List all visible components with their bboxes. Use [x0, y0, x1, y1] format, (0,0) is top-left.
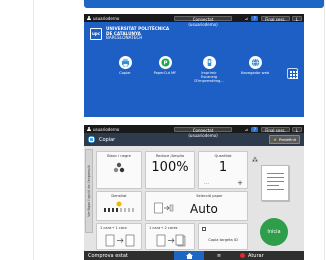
home-screen: usuarioderno Connectat (usuariodemo) ⊿ ?…	[84, 14, 304, 117]
app-label: Copiar	[119, 71, 131, 75]
print-release-icon	[202, 56, 216, 69]
home-button[interactable]	[174, 251, 204, 260]
app-label: Imprimir Escaneig D'Impremtimg...	[194, 71, 224, 83]
user-name: usuarioderno	[93, 15, 120, 21]
stop-button[interactable]: Aturar	[240, 253, 264, 259]
app-label: PaperCut MF	[153, 71, 177, 75]
print-check-label: Verifique l'opció de l'impressió	[87, 165, 91, 217]
density-label: Densitat	[111, 194, 127, 198]
duplex-icon	[105, 234, 135, 247]
plus-icon[interactable]: +	[237, 179, 243, 187]
home-icon	[185, 252, 193, 259]
user-indicator: usuarioderno	[86, 15, 174, 21]
help-button[interactable]: ?	[251, 126, 259, 132]
top-screen-edge	[84, 0, 324, 8]
menu-button[interactable]: ≡	[204, 253, 234, 259]
help-button[interactable]: ?	[251, 15, 259, 21]
language-button[interactable]: L	[291, 15, 302, 22]
globe-icon	[248, 56, 262, 69]
language-button[interactable]: L	[291, 126, 302, 133]
check-status-button[interactable]: Comprova estat	[84, 253, 174, 259]
print-check-tab[interactable]: Verifique l'opció de l'impressió	[85, 149, 93, 233]
copy-preview: ⁂	[252, 157, 300, 219]
color-mode-button[interactable]: Blanc i negre	[96, 151, 142, 189]
one-to-two-sided-icon	[156, 234, 186, 247]
paper-select-value: Auto	[190, 202, 218, 216]
university-name-line3: BARCELONATECH	[106, 35, 143, 41]
page-title: Copiar	[99, 136, 116, 143]
black-white-icon	[113, 162, 125, 173]
user-indicator: usuarioderno	[86, 126, 174, 132]
connection-status: Connectat (usuariodemo)	[174, 15, 232, 27]
logout-button[interactable]: Final sess.	[261, 15, 290, 22]
bottom-bar: Comprova estat ≡ Aturar	[84, 251, 304, 260]
app-label: Navegador web	[240, 71, 270, 75]
status-bar: usuarioderno Connectat (usuariodemo) ⊿ ?…	[84, 125, 304, 138]
color-mode-label: Blanc i negre	[107, 154, 131, 158]
app-web-browser[interactable]: Navegador web	[238, 56, 272, 75]
divider	[324, 0, 325, 260]
quantity-label: Quantitat	[214, 154, 232, 158]
id-card-copy-button[interactable]: Copia targeta ID	[198, 223, 248, 250]
density-button[interactable]: Densitat	[96, 191, 142, 221]
reduce-enlarge-button[interactable]: Reduce /Amplia 100%	[145, 151, 195, 189]
paper-select-label: Selecció paper	[196, 194, 223, 198]
page: usuarioderno Connectat (usuariodemo) ⊿ ?…	[0, 0, 326, 260]
duplex-button[interactable]: 1 cara→ 1 cara	[96, 223, 142, 250]
orientation-icon: ⁂	[252, 157, 258, 164]
quantity-field[interactable]: Quantitat 1 … +	[198, 151, 248, 189]
quantity-value: 1	[218, 160, 228, 175]
paper-tray-icon	[154, 202, 174, 214]
paper-preview-icon	[261, 165, 289, 201]
stop-icon	[240, 253, 245, 258]
divider	[33, 0, 34, 260]
menu-icon: ≡	[216, 252, 222, 259]
network-icon: ⊿	[244, 15, 248, 21]
copy-icon	[88, 136, 95, 143]
checkbox-icon	[202, 227, 206, 231]
paper-select-button[interactable]: Selecció paper Auto	[145, 191, 248, 221]
density-scale-icon	[104, 201, 134, 212]
presets-label: Predefinit	[278, 137, 296, 142]
network-icon: ⊿	[244, 126, 248, 132]
svg-text:P: P	[163, 60, 167, 66]
connection-status: Connectat (usuariodemo)	[174, 126, 232, 138]
app-copy[interactable]: Copiar	[108, 56, 142, 75]
user-icon	[86, 126, 91, 132]
app-print-release[interactable]: Imprimir Escaneig D'Impremtimg...	[192, 56, 226, 83]
duplex-label: 1 cara→ 1 cara	[100, 226, 127, 230]
user-name: usuarioderno	[93, 126, 120, 132]
star-icon: ★	[273, 137, 277, 142]
upc-logo: upc	[90, 27, 102, 40]
minus-icon[interactable]: …	[204, 180, 209, 186]
presets-button[interactable]: ★ Predefinit	[269, 135, 300, 144]
combine-button[interactable]: 1 cara→ 2 cares	[145, 223, 195, 250]
zoom-value: 100%	[151, 160, 189, 175]
user-icon	[86, 15, 91, 21]
stop-label: Aturar	[248, 252, 264, 259]
reduce-enlarge-label: Reduce /Amplia	[155, 154, 185, 158]
logout-button[interactable]: Final sess.	[261, 126, 290, 133]
start-button[interactable]: Inicia	[260, 218, 288, 246]
copy-screen: usuarioderno Connectat (usuariodemo) ⊿ ?…	[84, 125, 304, 260]
id-card-label: Copia targeta ID	[208, 238, 238, 242]
app-papercut[interactable]: P PaperCut MF	[148, 56, 182, 75]
combine-label: 1 cara→ 2 cares	[149, 226, 178, 230]
app-list-button[interactable]	[287, 68, 298, 79]
copier-icon	[118, 56, 132, 69]
status-bar: usuarioderno Connectat (usuariodemo) ⊿ ?…	[84, 14, 304, 27]
papercut-icon: P	[158, 56, 172, 69]
